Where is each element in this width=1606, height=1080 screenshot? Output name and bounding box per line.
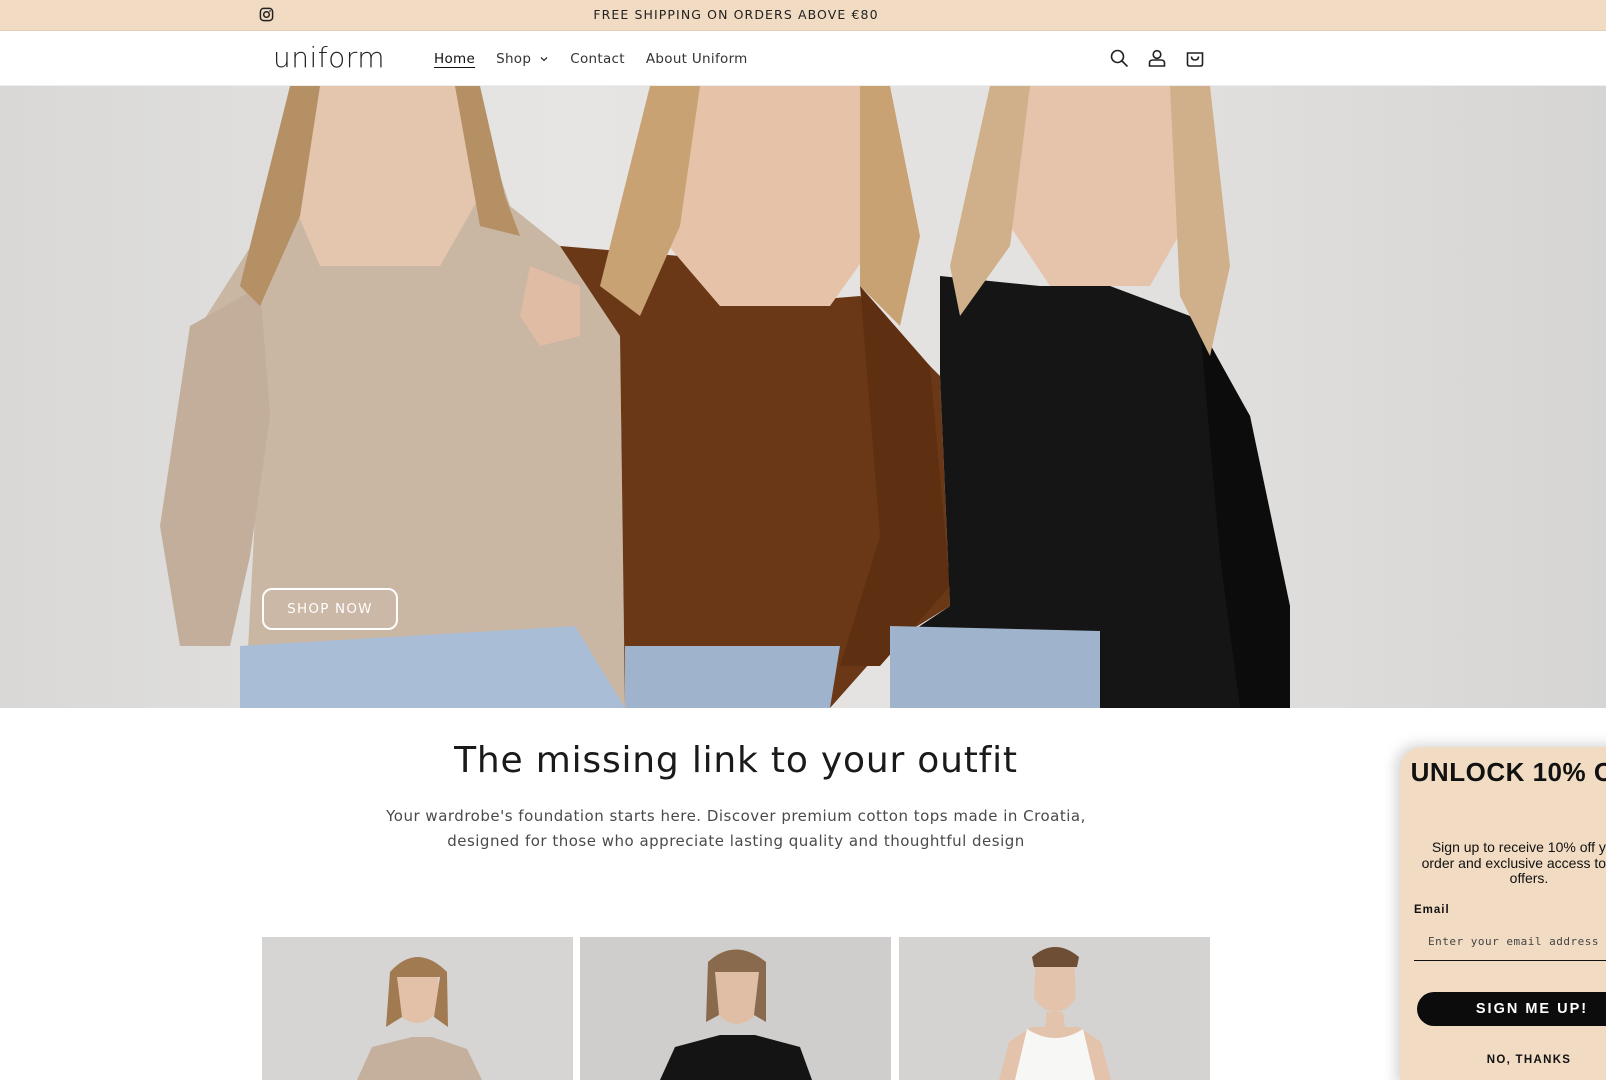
nav-about[interactable]: About Uniform xyxy=(646,51,748,67)
nav-contact[interactable]: Contact xyxy=(570,51,625,67)
product-card-white[interactable] xyxy=(899,937,1210,1080)
page: FREE SHIPPING ON ORDERS ABOVE €80 unifor… xyxy=(0,0,1606,1080)
shop-now-button[interactable]: SHOP NOW xyxy=(262,588,398,630)
sign-up-button[interactable]: SIGN ME UP! xyxy=(1417,992,1606,1026)
no-thanks-button[interactable]: NO, THANKS xyxy=(1400,1054,1606,1066)
hero-banner: SHOP NOW xyxy=(0,86,1606,708)
main-nav: Home Shop Contact About Uniform xyxy=(434,31,769,86)
popup-heading: UNLOCK 10% OFF xyxy=(1410,757,1606,787)
product-card-beige[interactable] xyxy=(262,937,573,1080)
section-description: Your wardrobe's foundation starts here. … xyxy=(386,807,1086,850)
account-icon[interactable] xyxy=(1146,47,1168,69)
announcement-bar: FREE SHIPPING ON ORDERS ABOVE €80 xyxy=(0,0,1606,31)
section-title: The missing link to your outfit xyxy=(454,740,1018,781)
logo[interactable]: uniform xyxy=(273,42,385,74)
announcement-text: FREE SHIPPING ON ORDERS ABOVE €80 xyxy=(593,7,879,22)
product-image xyxy=(580,937,891,1080)
popup-subtext: Sign up to receive 10% off your order an… xyxy=(1421,839,1606,886)
hero-image xyxy=(160,86,1290,708)
chevron-down-icon xyxy=(540,56,548,61)
discount-popup: UNLOCK 10% OFF Sign up to receive 10% of… xyxy=(1400,747,1606,1080)
product-card-black[interactable] xyxy=(580,937,891,1080)
email-field[interactable] xyxy=(1414,923,1606,961)
email-label: Email xyxy=(1414,904,1450,916)
nav-shop-label: Shop xyxy=(496,50,532,67)
search-icon[interactable] xyxy=(1108,47,1130,69)
site-header: uniform Home Shop Contact About Uniform xyxy=(0,31,1606,86)
nav-home[interactable]: Home xyxy=(434,51,475,67)
nav-shop[interactable]: Shop xyxy=(496,51,549,67)
cart-icon[interactable] xyxy=(1184,47,1206,69)
product-image xyxy=(262,937,573,1080)
product-image xyxy=(899,937,1210,1080)
